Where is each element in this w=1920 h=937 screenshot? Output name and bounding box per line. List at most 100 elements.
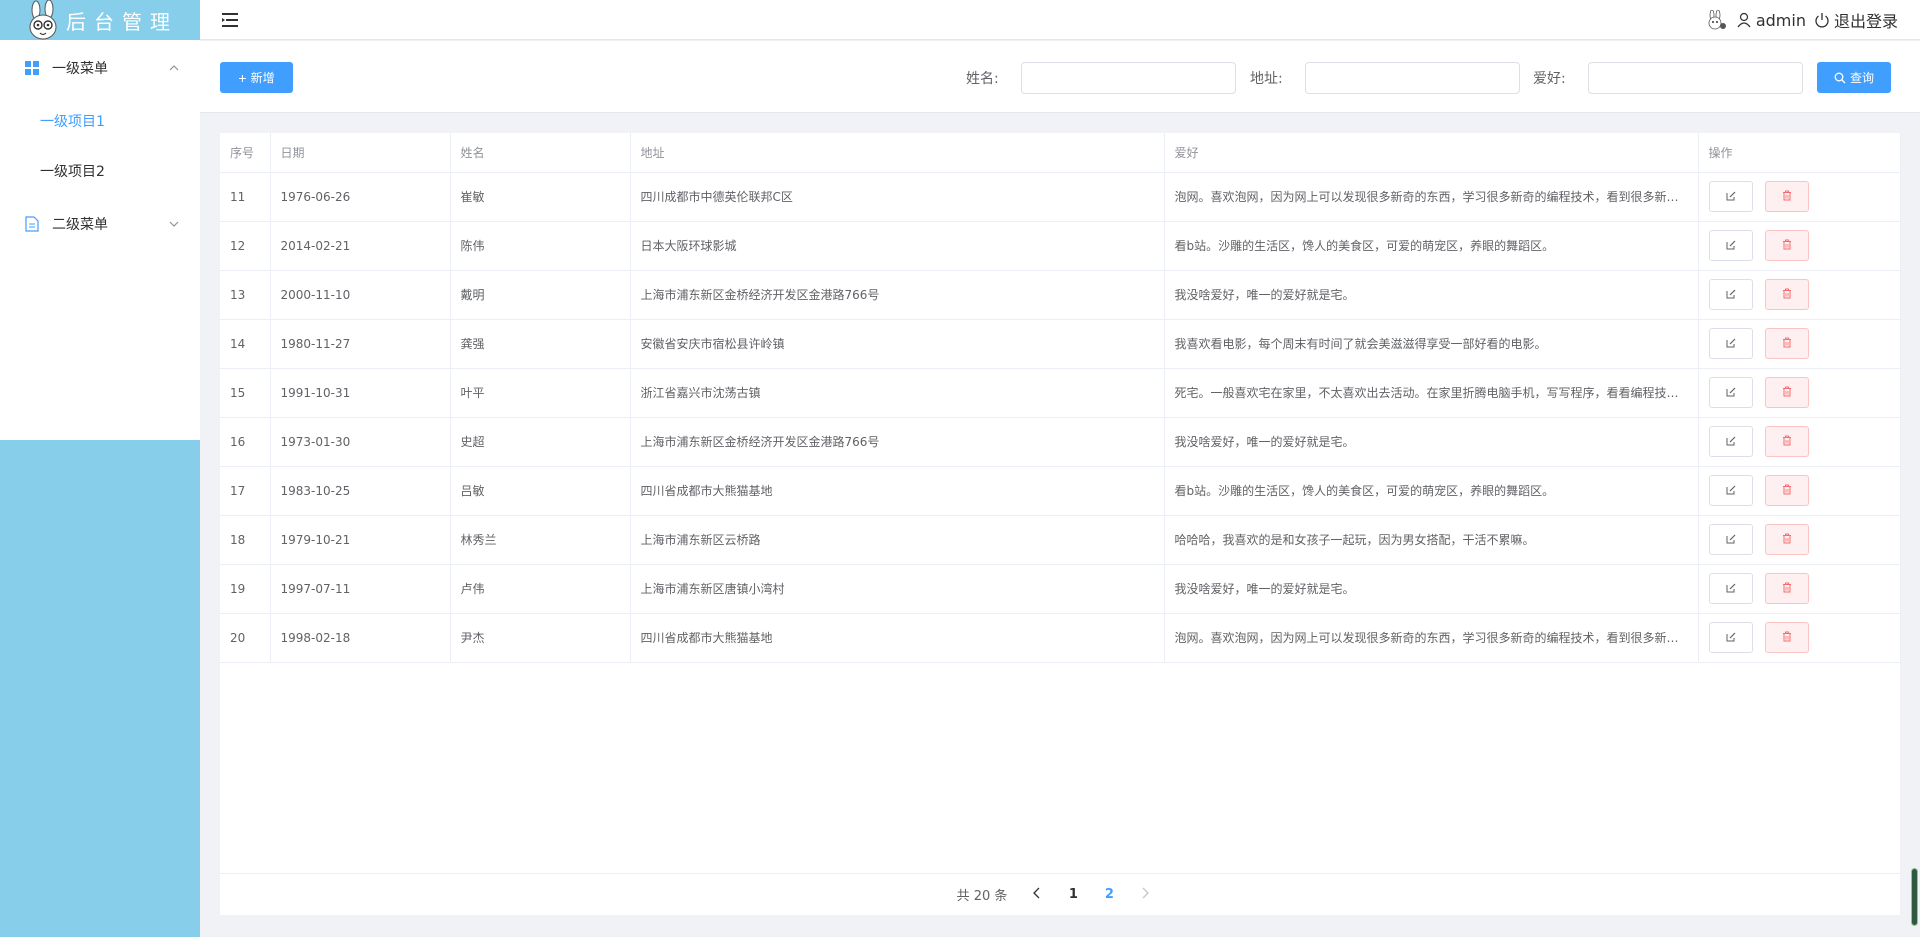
cell-actions bbox=[1698, 319, 1901, 369]
edit-icon bbox=[1726, 484, 1736, 498]
pagination: 共 20 条 1 2 bbox=[220, 873, 1900, 915]
menu-item-level1-item1[interactable]: 一级项目1 bbox=[0, 96, 200, 146]
add-button[interactable]: + 新增 bbox=[220, 62, 293, 93]
app-title: 后台管理 bbox=[66, 9, 178, 34]
edit-button[interactable] bbox=[1708, 181, 1753, 212]
sidebar: 后台管理 一级菜单 一级项目1 一级项目2 二级菜单 bbox=[0, 0, 200, 937]
delete-button[interactable] bbox=[1764, 181, 1809, 212]
cell-name: 卢伟 bbox=[450, 564, 631, 614]
edit-button[interactable] bbox=[1708, 230, 1753, 261]
cell-address: 上海市浦东新区金桥经济开发区金港路766号 bbox=[630, 417, 1165, 467]
name-input[interactable] bbox=[1021, 62, 1236, 94]
delete-button[interactable] bbox=[1764, 328, 1809, 359]
delete-button[interactable] bbox=[1764, 475, 1809, 506]
cell-date: 2000-11-10 bbox=[270, 270, 451, 320]
address-input[interactable] bbox=[1305, 62, 1520, 94]
delete-button[interactable] bbox=[1764, 573, 1809, 604]
menu-item-level1-item2[interactable]: 一级项目2 bbox=[0, 146, 200, 196]
cell-name: 吕敏 bbox=[450, 466, 631, 516]
cell-address: 安徽省安庆市宿松县许岭镇 bbox=[630, 319, 1165, 369]
edit-icon bbox=[1726, 190, 1736, 204]
user-icon bbox=[1736, 12, 1752, 28]
edit-button[interactable] bbox=[1708, 279, 1753, 310]
edit-icon bbox=[1726, 239, 1736, 253]
edit-icon bbox=[1726, 582, 1736, 596]
chevron-right-icon bbox=[1140, 887, 1150, 903]
delete-button[interactable] bbox=[1764, 426, 1809, 457]
cell-name: 林秀兰 bbox=[450, 515, 631, 565]
vertical-scrollbar[interactable] bbox=[1911, 868, 1918, 926]
edit-button[interactable] bbox=[1708, 573, 1753, 604]
delete-button[interactable] bbox=[1764, 279, 1809, 310]
prev-page-button[interactable] bbox=[1019, 881, 1055, 909]
cell-name: 叶平 bbox=[450, 368, 631, 418]
edit-button[interactable] bbox=[1708, 328, 1753, 359]
cell-hobby: 我没啥爱好，唯一的爱好就是宅。 bbox=[1164, 270, 1699, 320]
edit-button[interactable] bbox=[1708, 475, 1753, 506]
header-user-area: admin 退出登录 bbox=[1696, 0, 1898, 40]
cell-hobby: 哈哈哈，我喜欢的是和女孩子一起玩，因为男女搭配，干活不累嘛。 bbox=[1164, 515, 1699, 565]
edit-button[interactable] bbox=[1708, 377, 1753, 408]
cell-index: 18 bbox=[220, 515, 271, 565]
cell-actions bbox=[1698, 172, 1901, 222]
delete-button[interactable] bbox=[1764, 230, 1809, 261]
cell-actions bbox=[1698, 270, 1901, 320]
cell-date: 1976-06-26 bbox=[270, 172, 451, 222]
edit-icon bbox=[1726, 386, 1736, 400]
data-table: 序号 日期 姓名 地址 爱好 操作 11 1976-06-26 崔敏 四川成都市中德英… bbox=[220, 133, 1901, 663]
cell-date: 1991-10-31 bbox=[270, 368, 451, 418]
avatar[interactable] bbox=[1704, 10, 1728, 30]
delete-button[interactable] bbox=[1764, 524, 1809, 555]
cell-index: 12 bbox=[220, 221, 271, 271]
menu-item-label: 一级项目2 bbox=[40, 164, 105, 180]
table-row: 20 1998-02-18 尹杰 四川省成都市大熊猫基地 泡网。喜欢泡网，因为网上可以发… bbox=[220, 613, 1901, 663]
hobby-input[interactable] bbox=[1588, 62, 1803, 94]
cell-hobby: 我没啥爱好，唯一的爱好就是宅。 bbox=[1164, 564, 1699, 614]
cell-actions bbox=[1698, 613, 1901, 663]
col-header-index: 序号 bbox=[220, 133, 271, 173]
submenu-level1-label: 一级菜单 bbox=[52, 61, 108, 77]
search-label: 查询 bbox=[1849, 71, 1874, 85]
chevron-left-icon bbox=[1032, 887, 1042, 903]
user-menu[interactable]: admin bbox=[1736, 11, 1806, 30]
hobby-label: 爱好: bbox=[1533, 71, 1566, 87]
menu-toggle-icon[interactable] bbox=[222, 12, 238, 27]
submenu-level2[interactable]: 二级菜单 bbox=[0, 196, 200, 252]
edit-button[interactable] bbox=[1708, 426, 1753, 457]
edit-button[interactable] bbox=[1708, 622, 1753, 653]
cell-hobby: 我喜欢看电影，每个周末有时间了就会美滋滋得享受一部好看的电影。 bbox=[1164, 319, 1699, 369]
table-row: 12 2014-02-21 陈伟 日本大阪环球影城 看b站。沙雕的生活区，馋人的美食区，… bbox=[220, 221, 1901, 271]
delete-button[interactable] bbox=[1764, 622, 1809, 653]
search-button[interactable]: 查询 bbox=[1817, 62, 1891, 93]
cell-hobby: 泡网。喜欢泡网，因为网上可以发现很多新奇的东西，学习很多新奇的编程技术，看到很多… bbox=[1164, 613, 1699, 663]
cell-hobby: 泡网。喜欢泡网，因为网上可以发现很多新奇的东西，学习很多新奇的编程技术，看到很多… bbox=[1164, 172, 1699, 222]
trash-icon bbox=[1782, 337, 1792, 351]
page-1-button[interactable]: 1 bbox=[1055, 881, 1091, 909]
submenu-level1[interactable]: 一级菜单 bbox=[0, 40, 200, 96]
chevron-up-icon bbox=[168, 62, 180, 74]
cell-date: 2014-02-21 bbox=[270, 221, 451, 271]
trash-icon bbox=[1782, 239, 1792, 253]
col-header-date: 日期 bbox=[270, 133, 451, 173]
next-page-button[interactable] bbox=[1127, 881, 1163, 909]
page-2-button[interactable]: 2 bbox=[1091, 881, 1127, 909]
edit-icon bbox=[1726, 631, 1736, 645]
logout-label: 退出登录 bbox=[1833, 12, 1898, 31]
edit-icon bbox=[1726, 533, 1736, 547]
cell-hobby: 看b站。沙雕的生活区，馋人的美食区，可爱的萌宠区，养眼的舞蹈区。 bbox=[1164, 466, 1699, 516]
edit-button[interactable] bbox=[1708, 524, 1753, 555]
cell-address: 四川省成都市大熊猫基地 bbox=[630, 613, 1165, 663]
trash-icon bbox=[1782, 533, 1792, 547]
cell-hobby: 我没啥爱好，唯一的爱好就是宅。 bbox=[1164, 417, 1699, 467]
delete-button[interactable] bbox=[1764, 377, 1809, 408]
cell-address: 四川成都市中德英伦联邦C区 bbox=[630, 172, 1165, 222]
cell-address: 上海市浦东新区云桥路 bbox=[630, 515, 1165, 565]
logout-button[interactable]: 退出登录 bbox=[1814, 8, 1898, 32]
cell-hobby: 看b站。沙雕的生活区，馋人的美食区，可爱的萌宠区，养眼的舞蹈区。 bbox=[1164, 221, 1699, 271]
rabbit-mascot-icon bbox=[22, 0, 64, 40]
cell-address: 上海市浦东新区唐镇小湾村 bbox=[630, 564, 1165, 614]
cell-index: 20 bbox=[220, 613, 271, 663]
grid-icon bbox=[24, 60, 40, 76]
cell-date: 1979-10-21 bbox=[270, 515, 451, 565]
table-row: 18 1979-10-21 林秀兰 上海市浦东新区云桥路 哈哈哈，我喜欢的是和女孩子一起… bbox=[220, 515, 1901, 565]
